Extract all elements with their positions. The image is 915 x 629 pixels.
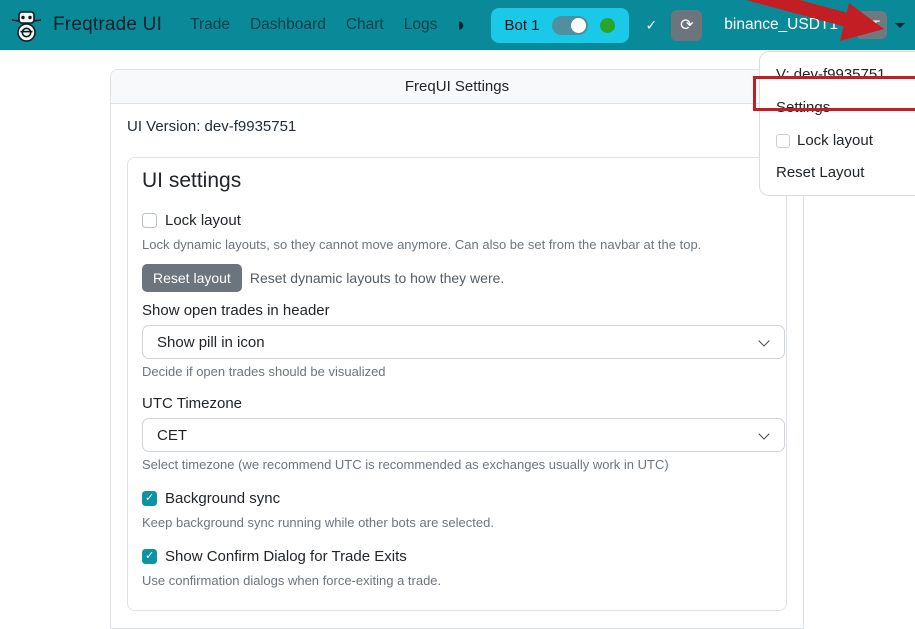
nav-link-dashboard[interactable]: Dashboard [240, 8, 336, 42]
timezone-label: UTC Timezone [142, 395, 772, 412]
bot-name-label: Bot 1 [505, 17, 540, 34]
avatar-dropdown-menu: V: dev-f9935751 Settings Lock layout Res… [759, 51, 915, 196]
lock-layout-label: Lock layout [165, 212, 241, 229]
avatar-initials: FT [863, 17, 880, 33]
background-sync-description: Keep background sync running while other… [142, 514, 772, 532]
settings-card-header: FreqUI Settings [111, 70, 803, 104]
nav-link-chart[interactable]: Chart [336, 8, 394, 42]
reset-layout-description: Reset dynamic layouts to how they were. [250, 270, 504, 286]
toggle-knob [571, 18, 586, 33]
lock-layout-description: Lock dynamic layouts, so they cannot mov… [142, 236, 772, 254]
chevron-down-icon [758, 428, 769, 439]
avatar-button[interactable]: FT [856, 11, 887, 39]
menu-item-reset-layout[interactable]: Reset Layout [760, 155, 915, 187]
confirm-dialog-checkbox[interactable] [142, 549, 157, 564]
brand[interactable]: Freqtrade UI [8, 7, 162, 44]
ui-settings-section: UI settings Lock layout Lock dynamic lay… [127, 157, 787, 611]
brand-title[interactable]: Freqtrade UI [53, 14, 162, 36]
top-navbar: Freqtrade UI Trade Dashboard Chart Logs … [0, 0, 915, 50]
timezone-select[interactable]: CET [142, 418, 785, 452]
menu-item-lock-layout-label: Lock layout [797, 132, 873, 149]
bot-online-toggle[interactable] [552, 16, 588, 35]
nav-link-trade[interactable]: Trade [180, 8, 240, 42]
lock-layout-checkbox[interactable] [142, 213, 157, 228]
background-sync-row[interactable]: Background sync [142, 488, 772, 508]
settings-card: FreqUI Settings UI Version: dev-f9935751… [110, 69, 804, 629]
reset-layout-button[interactable]: Reset layout [142, 264, 242, 292]
nav-link-logs[interactable]: Logs [394, 8, 448, 42]
freqtrade-logo-icon [8, 7, 45, 44]
lock-layout-row[interactable]: Lock layout [142, 210, 772, 230]
open-trades-description: Decide if open trades should be visualiz… [142, 363, 772, 381]
ui-version-text: UI Version: dev-f9935751 [127, 118, 787, 135]
bot-selector-pill[interactable]: Bot 1 [491, 8, 629, 43]
reset-layout-row: Reset layout Reset dynamic layouts to ho… [142, 264, 772, 292]
timezone-description: Select timezone (we recommend UTC is rec… [142, 456, 772, 474]
open-trades-select[interactable]: Show pill in icon [142, 325, 785, 359]
refresh-button[interactable]: ⟳ [671, 10, 702, 41]
bot-status-dot [600, 18, 615, 33]
background-sync-label: Background sync [165, 490, 280, 507]
menu-item-settings[interactable]: Settings [760, 89, 915, 126]
confirm-dialog-row[interactable]: Show Confirm Dialog for Trade Exits [142, 546, 772, 566]
menu-item-lock-layout[interactable]: Lock layout [760, 126, 915, 155]
confirm-dialog-label: Show Confirm Dialog for Trade Exits [165, 548, 407, 565]
lock-layout-menu-checkbox[interactable] [776, 134, 790, 148]
theme-toggle-icon[interactable]: ◑ [453, 16, 464, 35]
menu-item-version[interactable]: V: dev-f9935751 [760, 60, 915, 89]
refresh-icon: ⟳ [680, 15, 693, 35]
check-icon: ✓ [646, 17, 658, 34]
background-sync-checkbox[interactable] [142, 491, 157, 506]
timezone-selected-value: CET [157, 427, 187, 444]
confirm-dialog-description: Use confirmation dialogs when force-exit… [142, 572, 772, 590]
chevron-down-icon[interactable] [895, 23, 905, 28]
section-heading: UI settings [142, 166, 772, 196]
chevron-down-icon [758, 335, 769, 346]
open-trades-label: Show open trades in header [142, 302, 772, 319]
nav-links: Trade Dashboard Chart Logs ◑ [180, 8, 465, 42]
settings-card-body: UI Version: dev-f9935751 UI settings Loc… [111, 104, 803, 611]
exchange-account-label: binance_USDT1 [724, 16, 838, 34]
navbar-right: Bot 1 ✓ ⟳ binance_USDT1 FT [491, 8, 906, 43]
open-trades-selected-value: Show pill in icon [157, 334, 265, 351]
